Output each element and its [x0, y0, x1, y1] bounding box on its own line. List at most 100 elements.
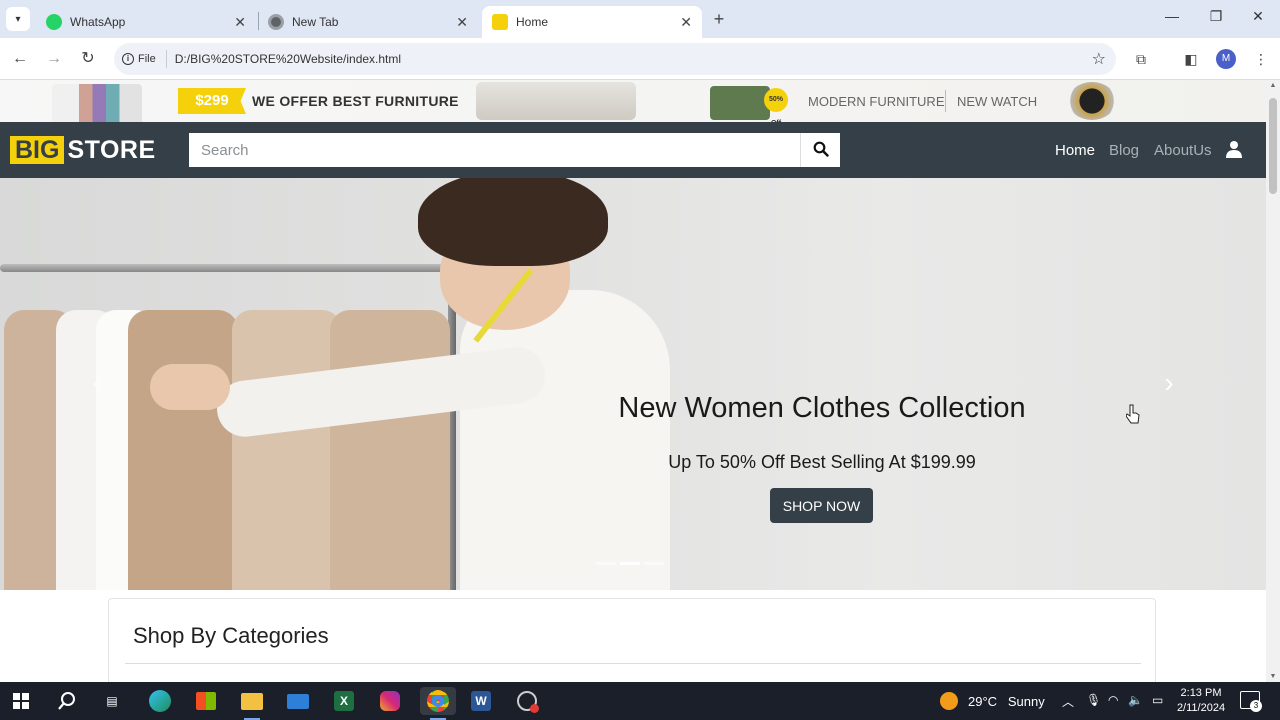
close-icon[interactable]: ✕: [234, 14, 246, 31]
tab-label: Home: [516, 15, 549, 29]
search-button[interactable]: [800, 133, 840, 167]
store-icon[interactable]: [192, 687, 220, 715]
windows-taskbar: ▤ X W 29°C Sunny ︿ 🎙 ◠ 🔈 ▭ 2:13 PM 2/11/…: [0, 682, 1280, 720]
edge-icon[interactable]: [146, 687, 174, 715]
tab-new-tab[interactable]: New Tab ✕: [258, 6, 478, 38]
carousel-indicators: [596, 562, 664, 565]
tab-label: New Tab: [292, 15, 339, 29]
hero-title: New Women Clothes Collection: [618, 392, 1026, 424]
promo-price: $299: [178, 88, 246, 114]
weather-condition: Sunny: [1007, 694, 1045, 709]
promo-link-modern-furniture[interactable]: MODERN FURNITURE: [808, 94, 945, 109]
weather-sun-icon[interactable]: [940, 692, 958, 710]
volume-icon[interactable]: 🔈: [1128, 693, 1143, 707]
site-logo[interactable]: BIG STORE: [10, 136, 156, 164]
nav-link-blog[interactable]: Blog: [1109, 142, 1139, 159]
extensions-icon[interactable]: ⧉: [1132, 50, 1150, 68]
close-icon[interactable]: ✕: [680, 14, 692, 31]
promo-text: WE OFFER BEST FURNITURE: [252, 93, 459, 109]
forward-icon[interactable]: →: [43, 48, 65, 70]
tab-whatsapp[interactable]: WhatsApp ✕: [36, 6, 256, 38]
mouse-cursor-icon: [1126, 404, 1140, 424]
site-navbar: BIG STORE Home Blog AboutUs: [0, 122, 1266, 178]
chair-image: [710, 86, 770, 120]
carousel-indicator[interactable]: [596, 562, 616, 565]
tab-home[interactable]: Home ✕: [482, 6, 702, 38]
close-icon[interactable]: ✕: [456, 14, 468, 31]
carousel-indicator[interactable]: [620, 562, 640, 565]
page-scrollbar[interactable]: ▲ ▼: [1266, 80, 1280, 682]
site-info-chip[interactable]: i File: [122, 50, 167, 68]
bigstore-favicon: [492, 14, 508, 30]
address-bar[interactable]: i File D:/BIG%20STORE%20Website/index.ht…: [114, 43, 1116, 75]
hero-subtitle: Up To 50% Off Best Selling At $199.99: [668, 452, 976, 472]
shop-now-button[interactable]: SHOP NOW: [770, 488, 873, 523]
reload-icon[interactable]: ↻: [77, 48, 99, 70]
browser-toolbar: ← → ↻ i File D:/BIG%20STORE%20Website/in…: [0, 38, 1280, 80]
windows-start-icon[interactable]: [13, 693, 29, 709]
discount-badge: 50% Off: [764, 88, 788, 127]
taskbar-search-icon[interactable]: [57, 691, 77, 711]
clock-time: 2:13 PM: [1180, 687, 1222, 699]
recorder-icon[interactable]: [513, 687, 541, 715]
mail-icon[interactable]: [284, 687, 312, 715]
garment: [232, 310, 342, 590]
hero-carousel[interactable]: ‹ ›: [0, 178, 1266, 590]
tab-label: WhatsApp: [70, 15, 126, 29]
chrome-taskbar-icon[interactable]: [420, 687, 456, 720]
profile-avatar[interactable]: M: [1216, 49, 1236, 69]
new-tab-button[interactable]: +: [708, 8, 730, 30]
excel-icon[interactable]: X: [330, 687, 358, 715]
back-icon[interactable]: ←: [9, 48, 31, 70]
scrollbar-thumb[interactable]: [1269, 98, 1277, 194]
categories-card: Shop By Categories: [108, 598, 1156, 682]
nav-link-aboutus[interactable]: AboutUs: [1154, 142, 1212, 159]
bookmark-star-icon[interactable]: ☆: [1092, 49, 1106, 69]
carousel-prev-icon[interactable]: ‹: [86, 368, 108, 398]
scroll-down-icon[interactable]: ▼: [1268, 673, 1278, 680]
woman-figure: [460, 290, 670, 590]
info-icon: i: [122, 53, 134, 65]
promo-divider: [945, 90, 946, 112]
word-icon[interactable]: W: [467, 687, 495, 715]
notification-count: 3: [1250, 700, 1262, 712]
search-input[interactable]: [189, 133, 800, 167]
window-close-icon[interactable]: ✕: [1246, 8, 1270, 25]
menu-icon[interactable]: ⋮: [1252, 50, 1270, 68]
carousel-indicator[interactable]: [644, 562, 664, 565]
categories-divider: [125, 663, 1141, 664]
decor-vases-image: [52, 84, 142, 122]
web-page: $299 WE OFFER BEST FURNITURE 50% Off MOD…: [0, 80, 1266, 682]
weather-temp: 29°C: [968, 694, 998, 709]
network-icon[interactable]: ◠: [1108, 693, 1118, 707]
clock-date: 2/11/2024: [1176, 702, 1226, 714]
user-icon[interactable]: [1226, 140, 1242, 158]
scroll-up-icon[interactable]: ▲: [1268, 82, 1278, 89]
minimize-icon[interactable]: —: [1160, 8, 1184, 24]
microphone-icon[interactable]: 🎙: [1086, 693, 1101, 707]
tray-chevron-icon[interactable]: ︿: [1062, 693, 1074, 710]
search-icon: [813, 141, 829, 157]
garment: [330, 310, 450, 590]
side-panel-icon[interactable]: ◧: [1182, 50, 1200, 68]
watch-image: [1068, 82, 1116, 120]
sofa-image: [476, 82, 636, 120]
whatsapp-icon: [46, 14, 62, 30]
battery-icon[interactable]: ▭: [1152, 693, 1163, 707]
taskbar-clock[interactable]: 2:13 PM 2/11/2024: [1170, 686, 1232, 716]
categories-title: Shop By Categories: [133, 623, 329, 648]
instagram-icon[interactable]: [376, 687, 404, 715]
file-explorer-icon[interactable]: [238, 687, 266, 720]
tab-search-button[interactable]: ▾: [6, 7, 30, 31]
url-text[interactable]: D:/BIG%20STORE%20Website/index.html: [175, 52, 401, 66]
logo-store: STORE: [67, 135, 156, 164]
carousel-next-icon[interactable]: ›: [1158, 368, 1180, 398]
weather-widget[interactable]: 29°C Sunny: [968, 694, 1045, 709]
restore-icon[interactable]: ❐: [1204, 8, 1228, 25]
task-view-icon[interactable]: ▤: [98, 687, 126, 715]
woman-hair: [418, 178, 608, 266]
promo-banner[interactable]: $299 WE OFFER BEST FURNITURE 50% Off MOD…: [0, 80, 1266, 127]
promo-link-new-watch[interactable]: NEW WATCH: [957, 94, 1037, 109]
nav-link-home[interactable]: Home: [1055, 142, 1095, 159]
logo-big: BIG: [10, 136, 65, 164]
